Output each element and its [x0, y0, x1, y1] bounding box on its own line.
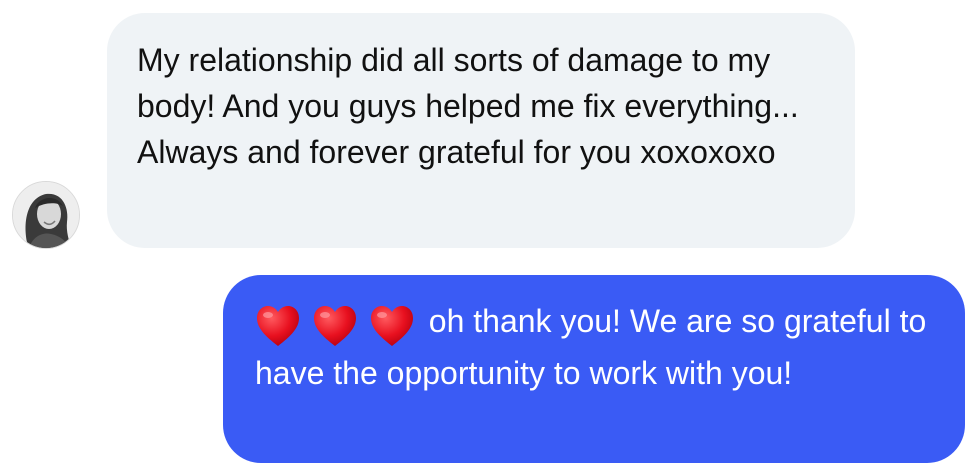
incoming-message-text: My relationship did all sorts of damage …	[137, 42, 799, 170]
heart-icon	[255, 304, 301, 348]
heart-icon	[369, 304, 415, 348]
message-thread: My relationship did all sorts of damage …	[0, 0, 974, 474]
outgoing-message-bubble[interactable]: oh thank you! We are so grateful to have…	[223, 275, 965, 463]
heart-icon	[312, 304, 358, 348]
avatar-photo-icon	[13, 182, 79, 248]
sender-avatar[interactable]	[12, 181, 80, 249]
incoming-message-bubble[interactable]: My relationship did all sorts of damage …	[107, 13, 855, 248]
heart-emoji-group	[255, 304, 417, 350]
